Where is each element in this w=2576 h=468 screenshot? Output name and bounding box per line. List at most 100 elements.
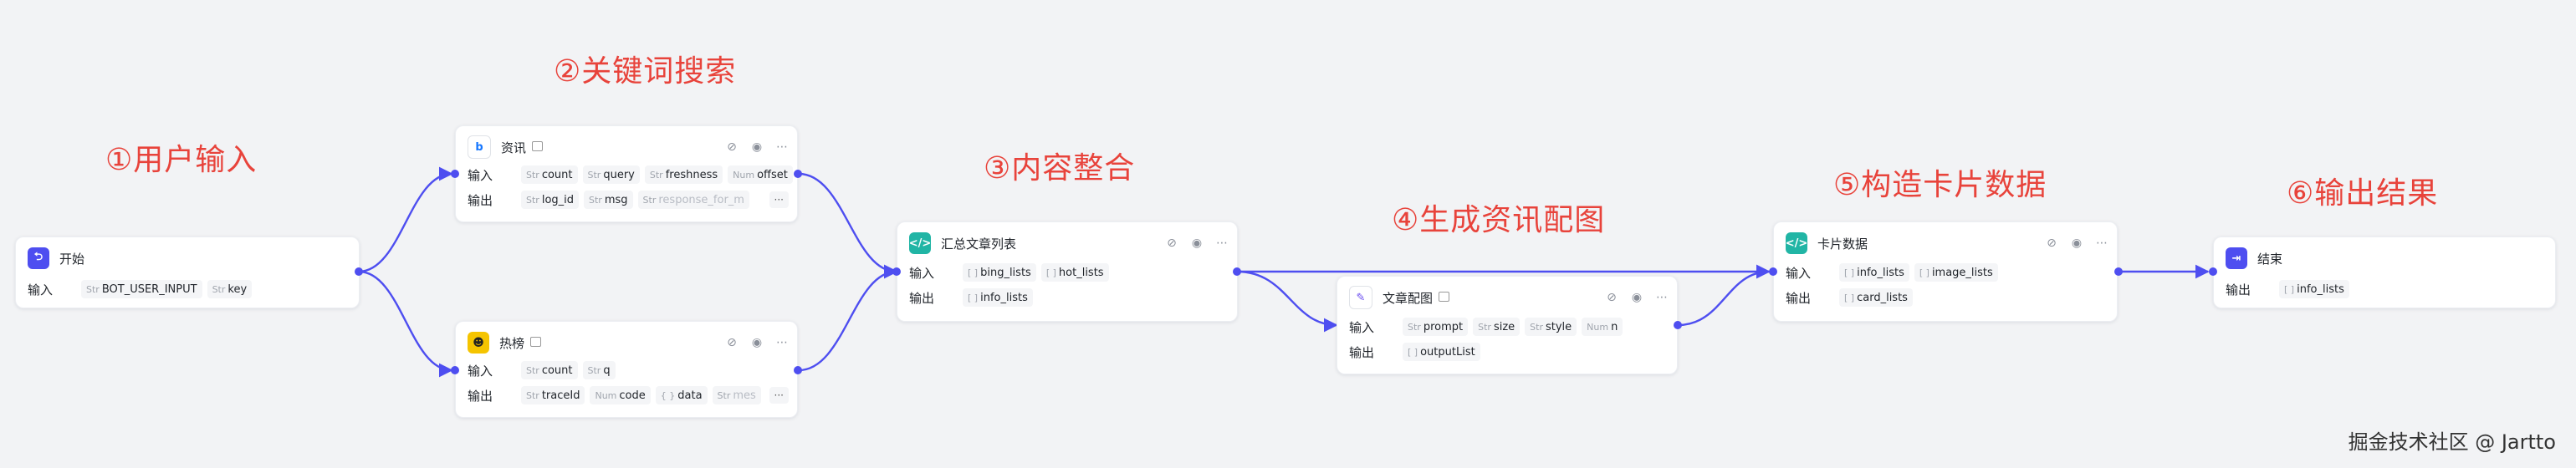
output-label: 输出	[909, 290, 935, 306]
node-title: 结束	[2257, 251, 2283, 267]
port-end-in[interactable]	[2209, 267, 2217, 276]
node-title: 开始	[59, 251, 85, 267]
more-icon[interactable]: ⋯	[775, 336, 789, 349]
news-plugin-icon: b	[468, 135, 491, 159]
input-label: 输入	[28, 282, 54, 298]
plugin-tag-icon	[530, 337, 542, 347]
node-article-image[interactable]: ✎ 文章配图 ⊘ ◉ ⋯ 输入 Str prompt Str size Str sty…	[1337, 276, 1678, 374]
param-chip: Str traceId	[521, 386, 585, 404]
param-chip: Str log_id	[521, 191, 580, 209]
plugin-tag-icon	[1439, 292, 1450, 302]
param-chip: [ ] info_lists	[963, 288, 1033, 307]
debug-icon[interactable]: ⊘	[725, 336, 739, 349]
end-icon: ⇥	[2226, 247, 2247, 269]
port-summary-in[interactable]	[892, 267, 901, 276]
more-icon[interactable]: ⋯	[1655, 291, 1669, 304]
param-chip: [ ] bing_lists	[963, 263, 1036, 282]
param-chip: [ ] info_lists	[1839, 263, 1909, 282]
more-params-button[interactable]: ···	[769, 191, 789, 208]
node-title: 资讯	[501, 140, 527, 155]
more-icon[interactable]: ⋯	[775, 140, 789, 154]
annotation-generate-image: ④生成资讯配图	[1392, 203, 1606, 237]
output-label: 输出	[2226, 282, 2251, 298]
param-chip: [ ] info_lists	[2279, 280, 2349, 298]
param-chip: Num offset	[728, 165, 793, 184]
edge-image-card	[1677, 264, 1771, 327]
debug-icon[interactable]: ⊘	[725, 140, 739, 154]
output-label: 输出	[468, 388, 493, 404]
edge-summary-image	[1236, 270, 1338, 333]
port-news-in[interactable]	[451, 170, 459, 178]
watermark: 掘金技术社区 @ Jartto	[2348, 430, 2556, 454]
more-icon[interactable]: ⋯	[1215, 237, 1229, 250]
input-label: 输入	[468, 363, 493, 379]
param-chip: [ ] image_lists	[1914, 263, 1998, 282]
edge-news-summary	[798, 172, 898, 279]
param-chip: Str q	[582, 361, 616, 379]
run-icon[interactable]: ◉	[2070, 237, 2083, 250]
param-chip: Num n	[1582, 318, 1623, 336]
param-chip: Str response_for_m	[637, 191, 749, 209]
code-icon: </>	[1786, 232, 1807, 254]
port-card-in[interactable]	[1769, 267, 1777, 276]
input-label: 输入	[1786, 265, 1812, 281]
param-chip: Str query	[582, 165, 640, 184]
plugin-tag-icon	[532, 141, 544, 151]
more-params-button[interactable]: ···	[769, 387, 789, 404]
node-start[interactable]: ⮌ 开始 输入 Str BOT_USER_INPUT Str key	[15, 237, 360, 308]
edge-hot-summary	[798, 264, 898, 372]
param-chip: Str freshness	[644, 165, 723, 184]
run-icon[interactable]: ◉	[1630, 291, 1643, 304]
annotation-user-input: ①用户输入	[105, 143, 258, 177]
port-summary-out[interactable]	[1233, 267, 1241, 276]
node-summary-list[interactable]: </> 汇总文章列表 ⊘ ◉ ⋯ 输入 [ ] bing_lists [ ] hot…	[897, 221, 1238, 322]
node-title: 卡片数据	[1817, 236, 1868, 252]
hotlist-plugin-icon: ☻	[468, 332, 489, 354]
annotation-build-card: ⑤构造卡片数据	[1833, 168, 2047, 202]
workflow-canvas[interactable]: ①用户输入 ②关键词搜索 ③内容整合 ④生成资讯配图 ⑤构造卡片数据 ⑥输出结果…	[0, 0, 2576, 468]
input-label: 输入	[909, 265, 935, 281]
edge-start-hot	[358, 270, 453, 378]
param-chip: Str size	[1473, 318, 1521, 336]
node-title: 文章配图	[1383, 290, 1434, 306]
node-end[interactable]: ⇥ 结束 输出 [ ] info_lists	[2213, 237, 2556, 308]
code-icon: </>	[909, 232, 931, 254]
run-icon[interactable]: ◉	[1190, 237, 1204, 250]
port-card-out[interactable]	[2114, 267, 2123, 276]
output-label: 输出	[1349, 344, 1375, 360]
port-hotlist-out[interactable]	[794, 366, 802, 374]
param-chip: { } data	[655, 386, 708, 404]
param-chip: Str msg	[584, 191, 633, 209]
port-start-out[interactable]	[355, 267, 363, 276]
param-chip: Str style	[1525, 318, 1577, 336]
node-news[interactable]: b 资讯 ⊘ ◉ ⋯ 输入 Str count Str query Str fresh…	[455, 125, 798, 222]
param-chip: Str key	[207, 280, 253, 298]
edge-start-news	[358, 166, 453, 273]
param-chip: [ ] card_lists	[1839, 288, 1913, 307]
output-label: 输出	[468, 192, 493, 208]
input-label: 输入	[468, 167, 493, 183]
annotation-content-merge: ③内容整合	[984, 151, 1136, 186]
debug-icon[interactable]: ⊘	[1165, 237, 1178, 250]
param-chip: Str BOT_USER_INPUT	[81, 280, 202, 298]
more-icon[interactable]: ⋯	[2095, 237, 2108, 250]
output-label: 输出	[1786, 290, 1812, 306]
param-chip: [ ] outputList	[1403, 343, 1480, 361]
run-icon[interactable]: ◉	[750, 140, 764, 154]
annotation-keyword-search: ②关键词搜索	[554, 54, 737, 89]
annotation-output-result: ⑥输出结果	[2287, 176, 2439, 211]
node-hotlist[interactable]: ☻ 热榜 ⊘ ◉ ⋯ 输入 Str count Str q 输出 Str traceI…	[455, 321, 798, 418]
debug-icon[interactable]: ⊘	[2045, 237, 2058, 250]
connection-lines	[358, 166, 2210, 378]
port-news-out[interactable]	[794, 170, 802, 178]
port-image-out[interactable]	[1674, 321, 1682, 329]
param-chip: Str prompt	[1403, 318, 1469, 336]
node-card-data[interactable]: </> 卡片数据 ⊘ ◉ ⋯ 输入 [ ] info_lists [ ] image…	[1773, 221, 2118, 322]
run-icon[interactable]: ◉	[750, 336, 764, 349]
port-hotlist-in[interactable]	[451, 366, 459, 374]
param-chip: Str mes	[712, 386, 761, 404]
node-title: 汇总文章列表	[941, 236, 1017, 252]
node-title: 热榜	[499, 335, 525, 351]
debug-icon[interactable]: ⊘	[1605, 291, 1618, 304]
start-icon: ⮌	[28, 247, 49, 269]
